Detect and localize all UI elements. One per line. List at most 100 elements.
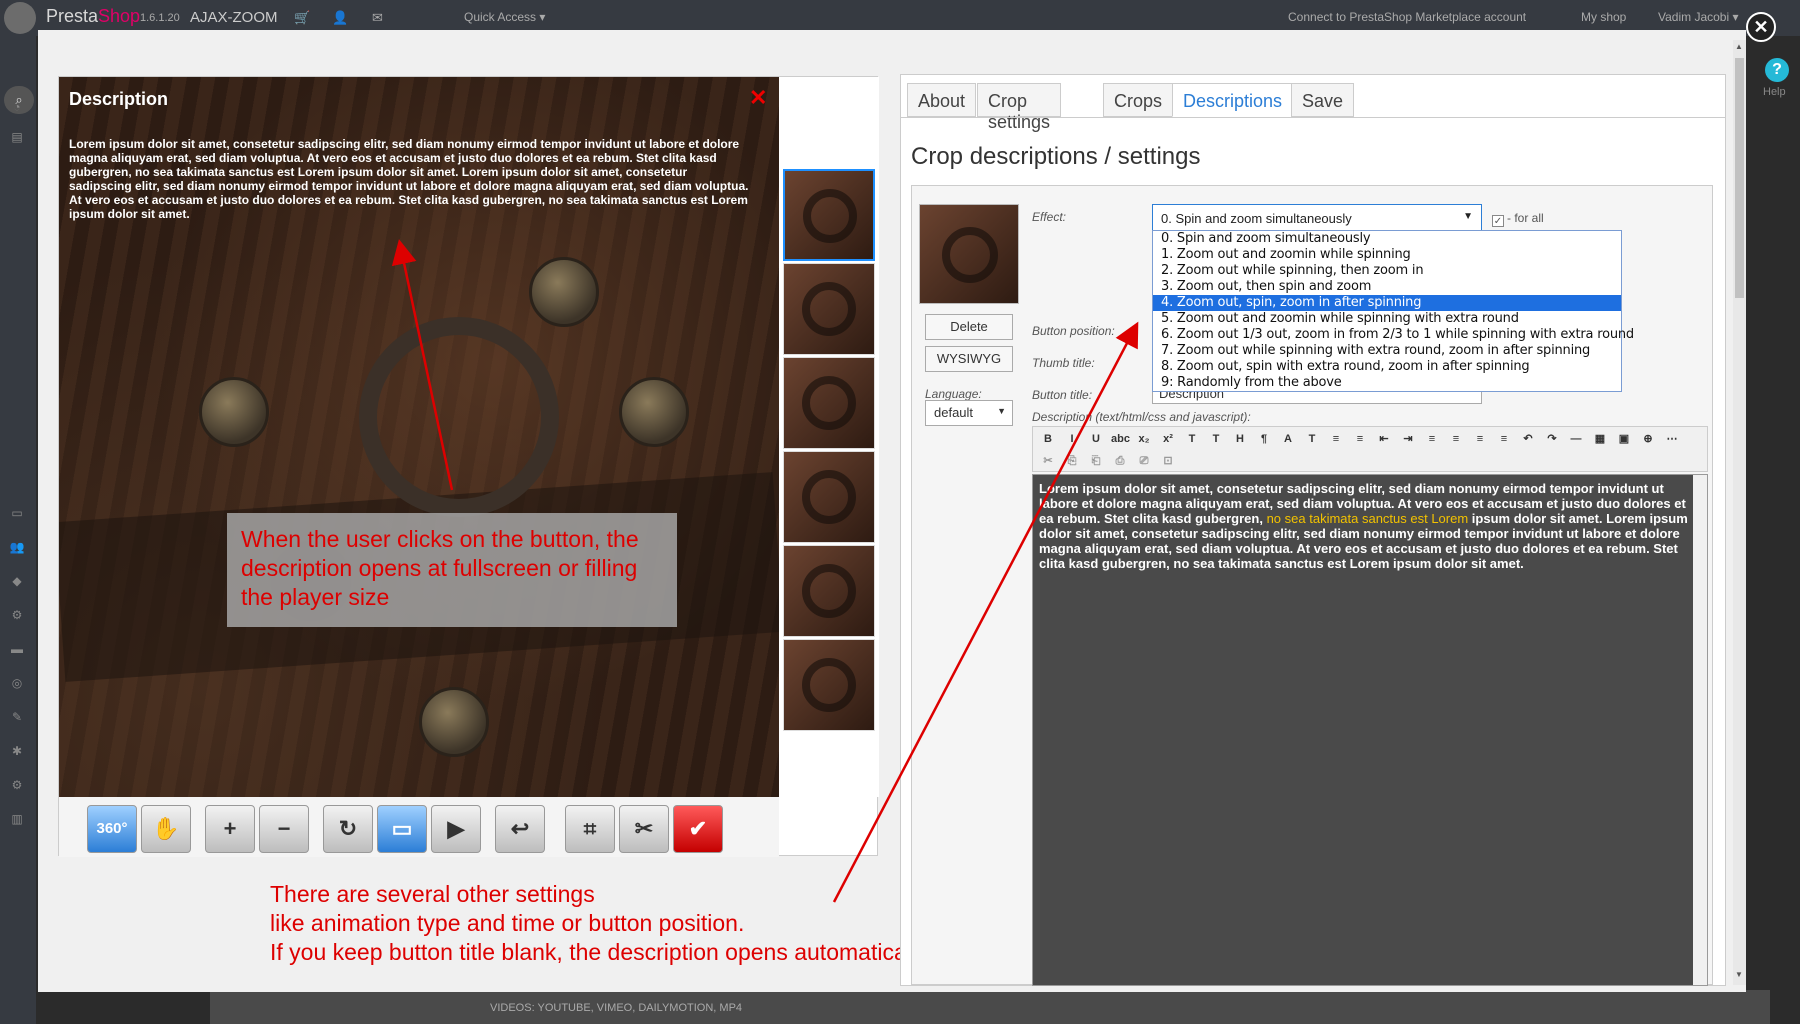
admin-icon[interactable]: ⚙ (9, 778, 25, 792)
tab-about[interactable]: About (907, 83, 977, 117)
customers-icon[interactable]: 👥 (9, 540, 25, 554)
editor-tool-icon[interactable]: ⎗ (1087, 452, 1105, 470)
product-viewer[interactable]: Description ✕ Lorem ipsum dolor sit amet… (59, 77, 779, 797)
effect-option[interactable]: 2. Zoom out while spinning, then zoom in (1153, 263, 1621, 279)
editor-tool-icon[interactable]: B (1039, 430, 1057, 448)
thumbnail-item[interactable] (783, 263, 875, 355)
orders-icon[interactable]: ▤ (9, 130, 25, 144)
scroll-down-icon[interactable]: ▼ (1735, 970, 1743, 979)
modal-close-icon[interactable]: ✕ (1746, 12, 1776, 42)
shipping-icon[interactable]: ▬ (9, 642, 25, 656)
spin-360-button[interactable]: 360° (87, 805, 137, 853)
my-shop-link[interactable]: My shop (1581, 10, 1626, 24)
editor-tool-icon[interactable]: x² (1159, 430, 1177, 448)
scrollbar-thumb[interactable] (1735, 58, 1744, 298)
user-menu[interactable]: Vadim Jacobi ▾ (1658, 10, 1739, 24)
modules-icon[interactable]: ⚙ (9, 608, 25, 622)
editor-tool-icon[interactable]: ¶ (1255, 430, 1273, 448)
editor-tool-icon[interactable]: ≡ (1327, 430, 1345, 448)
tags-icon[interactable]: ◆ (9, 574, 25, 588)
editor-tool-icon[interactable]: ↷ (1543, 430, 1561, 448)
editor-tool-icon[interactable]: U (1087, 430, 1105, 448)
thumbnail-item[interactable] (783, 451, 875, 543)
effect-option[interactable]: 9: Randomly from the above (1153, 375, 1621, 391)
quick-access-menu[interactable]: Quick Access ▾ (464, 10, 545, 24)
zoom-in-button[interactable]: + (205, 805, 255, 853)
effect-option[interactable]: 8. Zoom out, spin with extra round, zoom… (1153, 359, 1621, 375)
editor-tool-icon[interactable]: ✂ (1039, 452, 1057, 470)
editor-tool-icon[interactable]: T (1303, 430, 1321, 448)
editor-tool-icon[interactable]: ≡ (1447, 430, 1465, 448)
editor-tool-icon[interactable]: ⊡ (1159, 452, 1177, 470)
editor-tool-icon[interactable]: ▣ (1615, 430, 1633, 448)
tab-descriptions[interactable]: Descriptions (1172, 83, 1294, 117)
editor-tool-icon[interactable]: I (1063, 430, 1081, 448)
effect-option[interactable]: 3. Zoom out, then spin and zoom (1153, 279, 1621, 295)
play-button[interactable]: ▶ (431, 805, 481, 853)
pan-hand-button[interactable]: ✋ (141, 805, 191, 853)
fullscreen-button[interactable]: ▭ (377, 805, 427, 853)
tools-button[interactable]: ✂ (619, 805, 669, 853)
editor-tool-icon[interactable]: ≡ (1351, 430, 1369, 448)
editor-tool-icon[interactable]: x₂ (1135, 430, 1153, 448)
effect-option[interactable]: 1. Zoom out and zoomin while spinning (1153, 247, 1621, 263)
editor-tool-icon[interactable]: ≡ (1495, 430, 1513, 448)
editor-tool-icon[interactable]: ≡ (1471, 430, 1489, 448)
effect-option[interactable]: 7. Zoom out while spinning with extra ro… (1153, 343, 1621, 359)
tab-save[interactable]: Save (1291, 83, 1355, 117)
editor-tool-icon[interactable]: abc (1111, 430, 1130, 448)
editor-tool-icon[interactable]: ⎚ (1135, 452, 1153, 470)
editor-tool-icon[interactable]: ▦ (1591, 430, 1609, 448)
mail-icon[interactable]: ✉ (372, 10, 383, 26)
thumbnail-item[interactable] (783, 357, 875, 449)
back-button[interactable]: ↩ (495, 805, 545, 853)
effect-select[interactable]: 0. Spin and zoom simultaneously ▼ (1152, 204, 1482, 232)
preferences-icon[interactable]: ✎ (9, 710, 25, 724)
tab-crop-settings[interactable]: Crop settings (977, 83, 1062, 132)
prestashop-logo-icon[interactable] (4, 2, 36, 34)
advanced-icon[interactable]: ✱ (9, 744, 25, 758)
editor-tool-icon[interactable]: T (1207, 430, 1225, 448)
editor-tool-icon[interactable]: H (1231, 430, 1249, 448)
help-button[interactable]: ? Help (1755, 58, 1800, 118)
description-close-icon[interactable]: ✕ (749, 85, 767, 111)
scroll-up-icon[interactable]: ▲ (1735, 42, 1743, 51)
effect-option[interactable]: 6. Zoom out 1/3 out, zoom in from 2/3 to… (1153, 327, 1634, 343)
editor-tool-icon[interactable]: ⎙ (1111, 452, 1129, 470)
rotate-button[interactable]: ↻ (323, 805, 373, 853)
editor-tool-icon[interactable]: ⎘ (1063, 452, 1081, 470)
modal-scrollbar[interactable]: ▲ ▼ (1733, 40, 1746, 985)
confirm-check-button[interactable]: ✔ (673, 805, 723, 853)
editor-tool-icon[interactable]: T (1183, 430, 1201, 448)
crop-button[interactable]: ⌗ (565, 805, 615, 853)
description-editor[interactable]: Lorem ipsum dolor sit amet, consetetur s… (1032, 474, 1708, 986)
ring-shape (359, 317, 559, 517)
user-icon[interactable]: 👤 (332, 10, 348, 26)
effect-option-selected[interactable]: 4. Zoom out, spin, zoom in after spinnin… (1153, 295, 1621, 311)
editor-tool-icon[interactable]: ↶ (1519, 430, 1537, 448)
for-all-checkbox[interactable]: ✓ - for all (1492, 211, 1544, 227)
checkbox-checked-icon[interactable]: ✓ (1492, 215, 1504, 227)
editor-tool-icon[interactable]: — (1567, 430, 1585, 448)
localization-icon[interactable]: ◎ (9, 676, 25, 690)
editor-scrollbar[interactable] (1693, 475, 1707, 985)
thumbnail-item[interactable] (783, 169, 875, 261)
editor-tool-icon[interactable]: ⇥ (1399, 430, 1417, 448)
cart-icon[interactable]: 🛒 (294, 10, 310, 26)
thumbnail-item[interactable] (783, 545, 875, 637)
editor-tool-icon[interactable]: ⋯ (1663, 430, 1681, 448)
catalog-icon[interactable]: ▭ (9, 506, 25, 520)
zoom-out-button[interactable]: − (259, 805, 309, 853)
dashboard-icon[interactable]: ◔ (9, 100, 25, 114)
stats-icon[interactable]: ▥ (9, 812, 25, 826)
effect-option[interactable]: 5. Zoom out and zoomin while spinning wi… (1153, 311, 1621, 327)
effect-option[interactable]: 0. Spin and zoom simultaneously (1153, 231, 1621, 247)
tab-crops[interactable]: Crops (1103, 83, 1174, 117)
editor-tool-icon[interactable]: ⇤ (1375, 430, 1393, 448)
editor-tool-icon[interactable]: A (1279, 430, 1297, 448)
thumbnail-item[interactable] (783, 639, 875, 731)
marketplace-link[interactable]: Connect to PrestaShop Marketplace accoun… (1288, 10, 1526, 24)
editor-tool-icon[interactable]: ⊕ (1639, 430, 1657, 448)
editor-tool-icon[interactable]: ≡ (1423, 430, 1441, 448)
shop-name-link[interactable]: AJAX-ZOOM (190, 9, 278, 26)
